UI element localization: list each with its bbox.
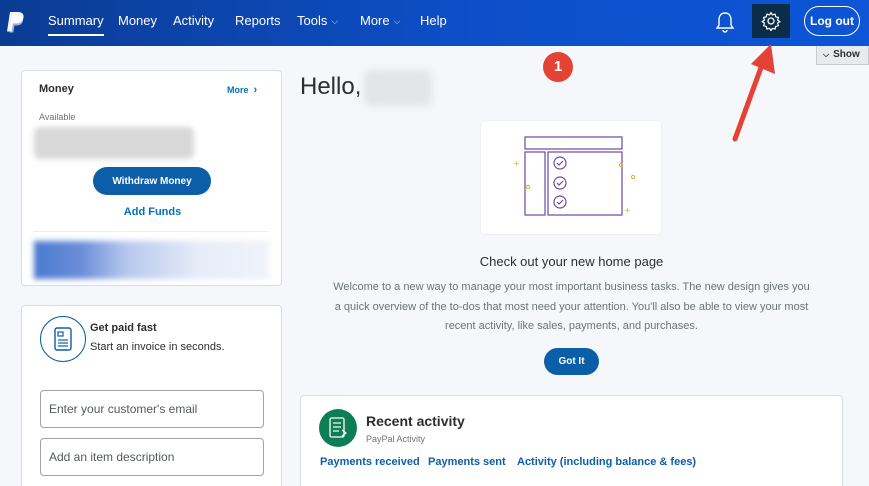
activity-balance-fees-link[interactable]: Activity (including balance & fees) [517,456,696,468]
activity-list-icon [329,417,347,438]
money-more-link[interactable]: More › [227,84,257,96]
nav-tools[interactable]: Tools ⌵ [297,0,338,46]
recent-activity-subtitle: PayPal Activity [366,434,426,444]
available-label: Available [39,112,76,122]
customer-email-field[interactable] [40,390,264,428]
chevron-down-icon: ⌵ [331,16,339,26]
bank-account-redacted[interactable] [34,241,269,279]
chevron-down-icon: ⌵ [823,50,830,59]
withdraw-money-button[interactable]: Withdraw Money [93,167,211,195]
chevron-right-icon: › [253,84,258,96]
money-card: Money More › Available Withdraw Money Add… [21,70,282,286]
document-icon [54,327,72,351]
greeting-title: Hello, [300,73,362,100]
recent-activity-title: Recent activity [366,413,465,429]
nav-help[interactable]: Help [420,0,447,46]
get-paid-title: Get paid fast [90,322,157,334]
got-it-button[interactable]: Got It [544,348,599,375]
user-name-redacted [364,70,432,106]
divider [34,231,269,232]
paypal-logo-icon[interactable] [6,10,26,36]
red-arrow-annotation [732,44,775,142]
get-paid-subtitle: Start an invoice in seconds. [90,341,225,353]
nav-activity[interactable]: Activity [173,0,214,46]
home-promo-title: Check out your new home page [479,254,664,269]
chevron-down-icon: ⌵ [393,16,401,26]
home-page-illustration: + + [481,121,661,234]
gear-icon [761,11,781,31]
invoice-icon-circle [40,316,86,362]
logout-button[interactable]: Log out [804,6,860,36]
balance-amount-redacted [34,127,194,159]
activity-icon-circle [319,409,357,447]
payments-received-link[interactable]: Payments received [320,456,420,468]
nav-summary[interactable]: Summary [48,0,104,46]
payments-sent-link[interactable]: Payments sent [428,456,506,468]
invoice-card: Get paid fast Start an invoice in second… [21,305,282,486]
nav-more[interactable]: More ⌵ [360,0,400,46]
recent-activity-card: Recent activity PayPal Activity Payments… [300,395,843,486]
dashboard-illustration-icon: + + [513,136,636,216]
svg-text:+: + [513,159,520,168]
show-toggle[interactable]: ⌵ Show [816,46,869,65]
svg-text:+: + [624,206,631,215]
step-number-badge: 1 [543,52,573,82]
add-funds-link[interactable]: Add Funds [22,206,283,218]
nav-reports[interactable]: Reports [235,0,281,46]
item-description-field[interactable] [40,438,264,476]
home-promo-description: Welcome to a new way to manage your most… [333,281,810,332]
money-card-title: Money [39,83,74,95]
bell-icon[interactable] [714,10,736,34]
top-nav-bar: Summary Money Activity Reports Tools ⌵ Mo… [0,0,869,46]
nav-money[interactable]: Money [118,0,157,46]
settings-button[interactable] [752,4,790,38]
